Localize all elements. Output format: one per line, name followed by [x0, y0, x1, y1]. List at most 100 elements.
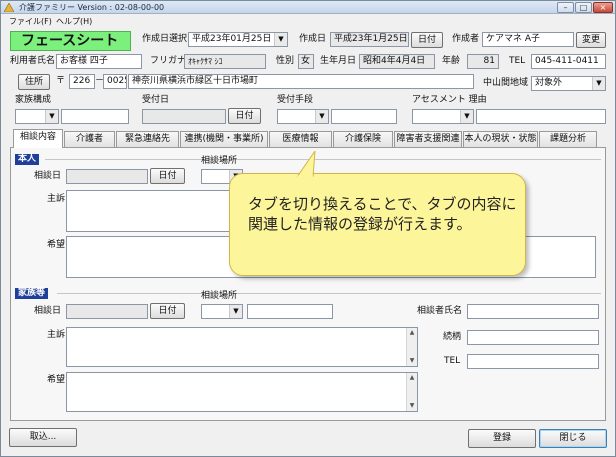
- honnin-date-field[interactable]: [66, 169, 148, 184]
- tooltip-pointer: [296, 151, 316, 177]
- area-label: 中山間地域: [483, 78, 529, 88]
- honnin-wish-label: 希望: [47, 240, 66, 250]
- consultant-field[interactable]: [467, 304, 599, 319]
- gender-field[interactable]: 女: [298, 54, 314, 69]
- tab-care-insurance[interactable]: 介護保険: [333, 131, 393, 147]
- zip1-field[interactable]: 226: [69, 74, 95, 89]
- reason-field[interactable]: [476, 109, 606, 124]
- author-field[interactable]: ケアマネ A子: [482, 32, 574, 47]
- tab-caregiver[interactable]: 介護者: [64, 131, 115, 147]
- author-change-button[interactable]: 変更: [576, 32, 606, 48]
- age-field[interactable]: 81: [467, 54, 499, 69]
- kazoku-place-label: 相談場所: [201, 291, 238, 301]
- tab-issue-analysis[interactable]: 課題分析: [539, 131, 597, 147]
- created-select-label: 作成日選択: [142, 34, 188, 44]
- tel-label: TEL: [509, 56, 526, 66]
- kazoku-wish-label: 希望: [47, 375, 66, 385]
- minimize-button[interactable]: –: [557, 2, 574, 13]
- app-icon: [4, 3, 14, 12]
- section-divider: [45, 159, 601, 160]
- kazoku-tel-label: TEL: [444, 356, 461, 366]
- tab-current-status[interactable]: 本人の現状・状態: [463, 131, 538, 147]
- relation-field[interactable]: [467, 330, 599, 345]
- honnin-complaint-textarea[interactable]: [66, 190, 236, 232]
- scroll-down-icon[interactable]: ▼: [407, 356, 417, 366]
- scroll-up-icon[interactable]: ▲: [407, 373, 417, 383]
- kazoku-place-field[interactable]: [247, 304, 333, 319]
- tooltip-text: タブを切り換えることで、タブの内容に関連した情報の登録が行えます。: [248, 195, 517, 233]
- honnin-complaint-label: 主訴: [47, 194, 66, 204]
- gender-label: 性別: [276, 56, 295, 66]
- tab-medical-info[interactable]: 医療情報: [269, 131, 332, 147]
- tab-coordination[interactable]: 連携(機関・事業所): [180, 131, 268, 147]
- scroll-up-icon[interactable]: ▲: [407, 328, 417, 338]
- page-title: フェースシート: [10, 31, 131, 51]
- reason-label: アセスメント 理由: [412, 95, 487, 105]
- family-label: 家族構成: [15, 95, 52, 105]
- kazoku-complaint-textarea[interactable]: ▲ ▼: [66, 327, 418, 367]
- register-button[interactable]: 登録: [468, 429, 536, 448]
- tab-disability-support[interactable]: 障害者支援関連: [394, 131, 462, 147]
- author-label: 作成者: [452, 34, 480, 44]
- kazoku-wish-textarea[interactable]: ▲ ▼: [66, 372, 418, 412]
- user-name-field[interactable]: お客様 四子: [56, 54, 142, 69]
- age-label: 年齢: [442, 56, 461, 66]
- tel-field[interactable]: 045-411-0411: [531, 54, 606, 69]
- kazoku-place-select[interactable]: ▼: [201, 304, 243, 319]
- honnin-date-button[interactable]: 日付: [150, 168, 185, 184]
- created-date-button[interactable]: 日付: [411, 32, 443, 48]
- close-window-button[interactable]: ×: [593, 2, 613, 13]
- family-select[interactable]: ▼: [15, 109, 59, 124]
- address-field[interactable]: 神奈川県横浜市緑区十日市場町: [128, 74, 474, 89]
- menu-file[interactable]: ファイル(F): [9, 16, 52, 27]
- chevron-down-icon: ▼: [460, 110, 473, 123]
- chevron-down-icon: ▼: [229, 305, 242, 318]
- method-field[interactable]: [331, 109, 397, 124]
- created-label: 作成日: [299, 34, 327, 44]
- kana-field[interactable]: ｵｷｬｸｻﾏ ｼｺ: [184, 54, 266, 69]
- family-field[interactable]: [61, 109, 129, 124]
- app-window: 介護ファミリー Version : 02-08-00-00 – □ × ファイル…: [0, 0, 616, 457]
- chevron-down-icon: ▼: [274, 33, 287, 46]
- tooltip-callout: タブを切り換えることで、タブの内容に関連した情報の登録が行えます。: [229, 173, 526, 276]
- created-date-select[interactable]: 平成23年01月25日 ▼: [188, 32, 288, 47]
- chevron-down-icon: ▼: [592, 77, 605, 90]
- kazoku-date-field[interactable]: [66, 304, 148, 319]
- maximize-button[interactable]: □: [575, 2, 592, 13]
- user-name-label: 利用者氏名: [10, 56, 56, 66]
- kazoku-tel-field[interactable]: [467, 354, 599, 369]
- zip2-field[interactable]: 0025: [103, 74, 127, 89]
- kazoku-date-label: 相談日: [34, 306, 62, 316]
- kazoku-date-button[interactable]: 日付: [150, 303, 185, 319]
- received-date-field[interactable]: [142, 109, 226, 124]
- tab-emergency-contact[interactable]: 緊急連絡先: [116, 131, 179, 147]
- postal-mark: 〒: [56, 76, 66, 86]
- title-bar: 介護ファミリー Version : 02-08-00-00 – □ ×: [1, 1, 615, 14]
- menu-bar: ファイル(F) ヘルプ(H): [1, 15, 615, 27]
- address-button[interactable]: 住所: [18, 74, 50, 90]
- section-honnin: 本人: [15, 154, 40, 165]
- section-divider: [57, 293, 601, 294]
- window-title: 介護ファミリー Version : 02-08-00-00: [19, 3, 165, 12]
- kana-label: フリガナ: [150, 56, 187, 66]
- scroll-down-icon[interactable]: ▼: [407, 401, 417, 411]
- tab-consultation[interactable]: 相談内容: [13, 129, 63, 148]
- scrollbar[interactable]: ▲ ▼: [406, 373, 417, 411]
- area-select[interactable]: 対象外 ▼: [531, 76, 606, 91]
- birth-label: 生年月日: [320, 56, 357, 66]
- chevron-down-icon: ▼: [315, 110, 328, 123]
- method-select[interactable]: ▼: [277, 109, 329, 124]
- close-button[interactable]: 閉じる: [539, 429, 607, 448]
- created-date-field[interactable]: 平成23年1月25日: [330, 32, 409, 47]
- scrollbar[interactable]: ▲ ▼: [406, 328, 417, 366]
- received-date-button[interactable]: 日付: [228, 108, 261, 124]
- received-label: 受付日: [142, 95, 170, 105]
- method-label: 受付手段: [277, 95, 314, 105]
- birth-field[interactable]: 昭和4年4月4日: [359, 54, 435, 69]
- honnin-date-label: 相談日: [34, 171, 62, 181]
- import-button[interactable]: 取込...: [9, 428, 77, 447]
- chevron-down-icon: ▼: [45, 110, 58, 123]
- menu-help[interactable]: ヘルプ(H): [56, 16, 92, 27]
- reason-select[interactable]: ▼: [412, 109, 474, 124]
- consultant-label: 相談者氏名: [417, 306, 463, 316]
